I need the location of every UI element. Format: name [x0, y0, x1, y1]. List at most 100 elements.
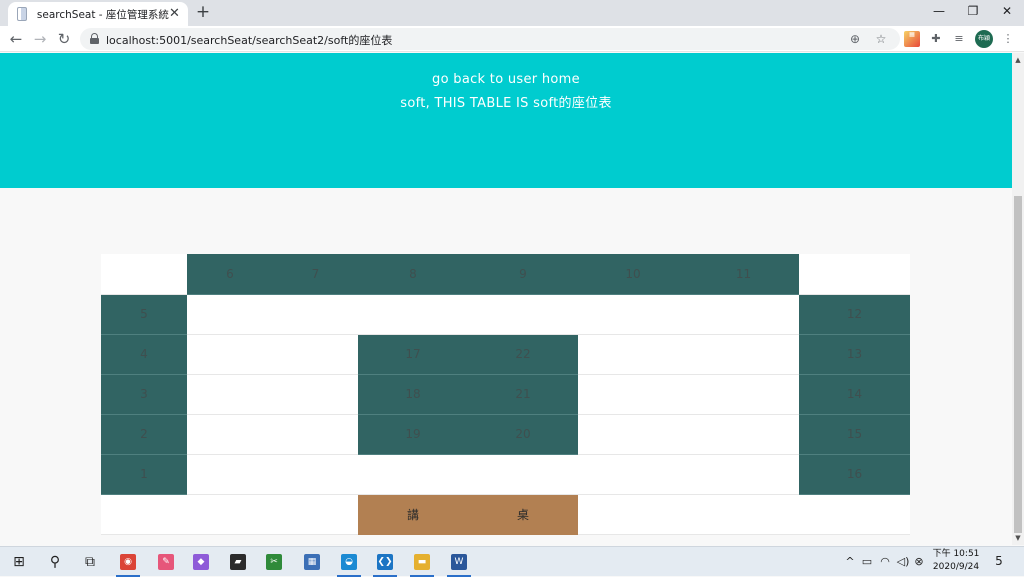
seat-cell[interactable]: 2 — [101, 414, 187, 455]
empty-cell — [578, 454, 688, 495]
paint3d-taskbar-button[interactable]: ◆ — [186, 550, 216, 574]
seat-cell[interactable]: 15 — [799, 414, 910, 455]
task-view-taskbar-button[interactable]: ⧉ — [75, 550, 105, 574]
seat-cell[interactable]: 4 — [101, 334, 187, 375]
bookmark-star-icon[interactable]: ☆ — [872, 30, 890, 48]
seat-cell[interactable]: 18 — [358, 374, 468, 415]
reading-list-icon[interactable]: ≡ — [951, 31, 967, 47]
seat-row: 6 7 8 9 10 11 — [101, 254, 910, 295]
seat-cell[interactable]: 17 — [358, 334, 468, 375]
empty-cell — [187, 494, 273, 535]
empty-cell — [688, 334, 799, 375]
minimize-window-button[interactable]: — — [922, 0, 956, 24]
paint-taskbar-button[interactable]: ✎ — [151, 550, 181, 574]
chrome-taskbar-button[interactable]: ◉ — [113, 550, 143, 577]
seat-row: 5 12 — [101, 294, 910, 335]
empty-cell — [187, 374, 273, 415]
word-icon: W — [451, 554, 467, 570]
search-icon: ⚲ — [49, 554, 61, 570]
file-explorer-taskbar-button[interactable]: ▬ — [407, 550, 437, 577]
back-arrow-icon[interactable]: ← — [6, 29, 26, 49]
empty-cell — [101, 254, 187, 295]
sticky-notes-taskbar-button[interactable]: ▰ — [223, 550, 253, 574]
browser-tab[interactable]: searchSeat - 座位管理系統 ✕ — [8, 2, 188, 26]
start-taskbar-button[interactable]: ⊞ — [4, 550, 34, 574]
empty-cell — [187, 294, 273, 335]
seat-row: 講桌 — [101, 494, 910, 535]
seat-row: 2 19 20 15 — [101, 414, 910, 455]
empty-cell — [273, 374, 358, 415]
restore-window-button[interactable]: ❐ — [956, 0, 990, 24]
seat-cell[interactable]: 7 — [273, 254, 358, 295]
seat-cell[interactable]: 13 — [799, 334, 910, 375]
taskbar-clock[interactable]: 下午 10:51 2020/9/24 — [928, 548, 984, 574]
seat-row: 1 16 — [101, 454, 910, 495]
scroll-down-arrow-icon[interactable]: ▼ — [1012, 531, 1024, 545]
go-back-home-link[interactable]: go back to user home — [0, 72, 1012, 87]
empty-cell — [358, 294, 468, 335]
seat-cell[interactable]: 1 — [101, 454, 187, 495]
search-taskbar-button[interactable]: ⚲ — [40, 550, 70, 574]
new-tab-button[interactable]: + — [194, 3, 212, 21]
address-bar-url[interactable]: localhost:5001/searchSeat/searchSeat2/so… — [106, 32, 392, 48]
edge-icon: ◒ — [341, 554, 357, 570]
seat-cell[interactable]: 3 — [101, 374, 187, 415]
scroll-up-arrow-icon[interactable]: ▲ — [1012, 53, 1024, 67]
ime-icon[interactable]: ⊗ — [913, 553, 925, 571]
snip-tool-icon: ✂ — [266, 554, 282, 570]
vertical-scrollbar[interactable]: ▲ ▼ — [1012, 53, 1024, 545]
empty-cell — [578, 374, 688, 415]
empty-cell — [799, 494, 910, 535]
empty-cell — [799, 254, 910, 295]
empty-cell — [187, 454, 273, 495]
seat-cell[interactable]: 12 — [799, 294, 910, 335]
seat-cell[interactable]: 9 — [468, 254, 578, 295]
seat-cell[interactable]: 14 — [799, 374, 910, 415]
browser-toolbar: ← → ↻ localhost:5001/searchSeat/searchSe… — [0, 26, 1024, 52]
empty-cell — [358, 454, 468, 495]
seat-cell[interactable]: 11 — [688, 254, 799, 295]
address-bar[interactable]: localhost:5001/searchSeat/searchSeat2/so… — [80, 28, 900, 50]
empty-cell — [688, 494, 799, 535]
browser-titlebar: searchSeat - 座位管理系統 ✕ + — ❐ ✕ — [0, 0, 1024, 26]
seat-cell[interactable]: 22 — [468, 334, 578, 375]
sticky-notes-icon: ▰ — [230, 554, 246, 570]
calculator-taskbar-button[interactable]: ▦ — [297, 550, 327, 574]
reload-icon[interactable]: ↻ — [54, 29, 74, 49]
seat-cell[interactable]: 8 — [358, 254, 468, 295]
teacher-desk-cell: 講 — [358, 494, 468, 535]
snip-tool-taskbar-button[interactable]: ✂ — [259, 550, 289, 574]
empty-cell — [688, 414, 799, 455]
forward-arrow-icon[interactable]: → — [30, 29, 50, 49]
empty-cell — [273, 454, 358, 495]
tray-chevron-icon[interactable]: ^ — [844, 553, 856, 571]
empty-cell — [578, 294, 688, 335]
extension-icon[interactable]: ▦ — [904, 31, 920, 47]
seat-cell[interactable]: 6 — [187, 254, 273, 295]
seat-cell[interactable]: 20 — [468, 414, 578, 455]
seat-cell[interactable]: 21 — [468, 374, 578, 415]
seat-cell[interactable]: 5 — [101, 294, 187, 335]
task-view-icon: ⧉ — [85, 554, 95, 570]
empty-cell — [468, 454, 578, 495]
edge-taskbar-button[interactable]: ◒ — [334, 550, 364, 577]
wifi-icon[interactable]: ◠ — [878, 553, 892, 571]
empty-cell — [578, 414, 688, 455]
browser-menu-icon[interactable]: ⋮ — [1000, 31, 1016, 47]
notification-center-icon[interactable]: 5 — [990, 553, 1008, 569]
close-tab-icon[interactable]: ✕ — [169, 7, 180, 21]
close-window-button[interactable]: ✕ — [990, 0, 1024, 24]
word-taskbar-button[interactable]: W — [444, 550, 474, 577]
extensions-puzzle-icon[interactable]: ✚ — [928, 31, 944, 47]
seat-cell[interactable]: 16 — [799, 454, 910, 495]
paint3d-icon: ◆ — [193, 554, 209, 570]
battery-icon[interactable]: ▭ — [860, 553, 874, 571]
profile-avatar[interactable]: 布穎 — [975, 30, 993, 48]
volume-icon[interactable]: ◁) — [895, 553, 911, 571]
vscode-taskbar-button[interactable]: ❮❯ — [370, 550, 400, 577]
empty-cell — [578, 494, 688, 535]
zoom-icon[interactable]: ⊕ — [846, 30, 864, 48]
seat-cell[interactable]: 10 — [578, 254, 688, 295]
seat-cell[interactable]: 19 — [358, 414, 468, 455]
scrollbar-thumb[interactable] — [1014, 196, 1022, 533]
